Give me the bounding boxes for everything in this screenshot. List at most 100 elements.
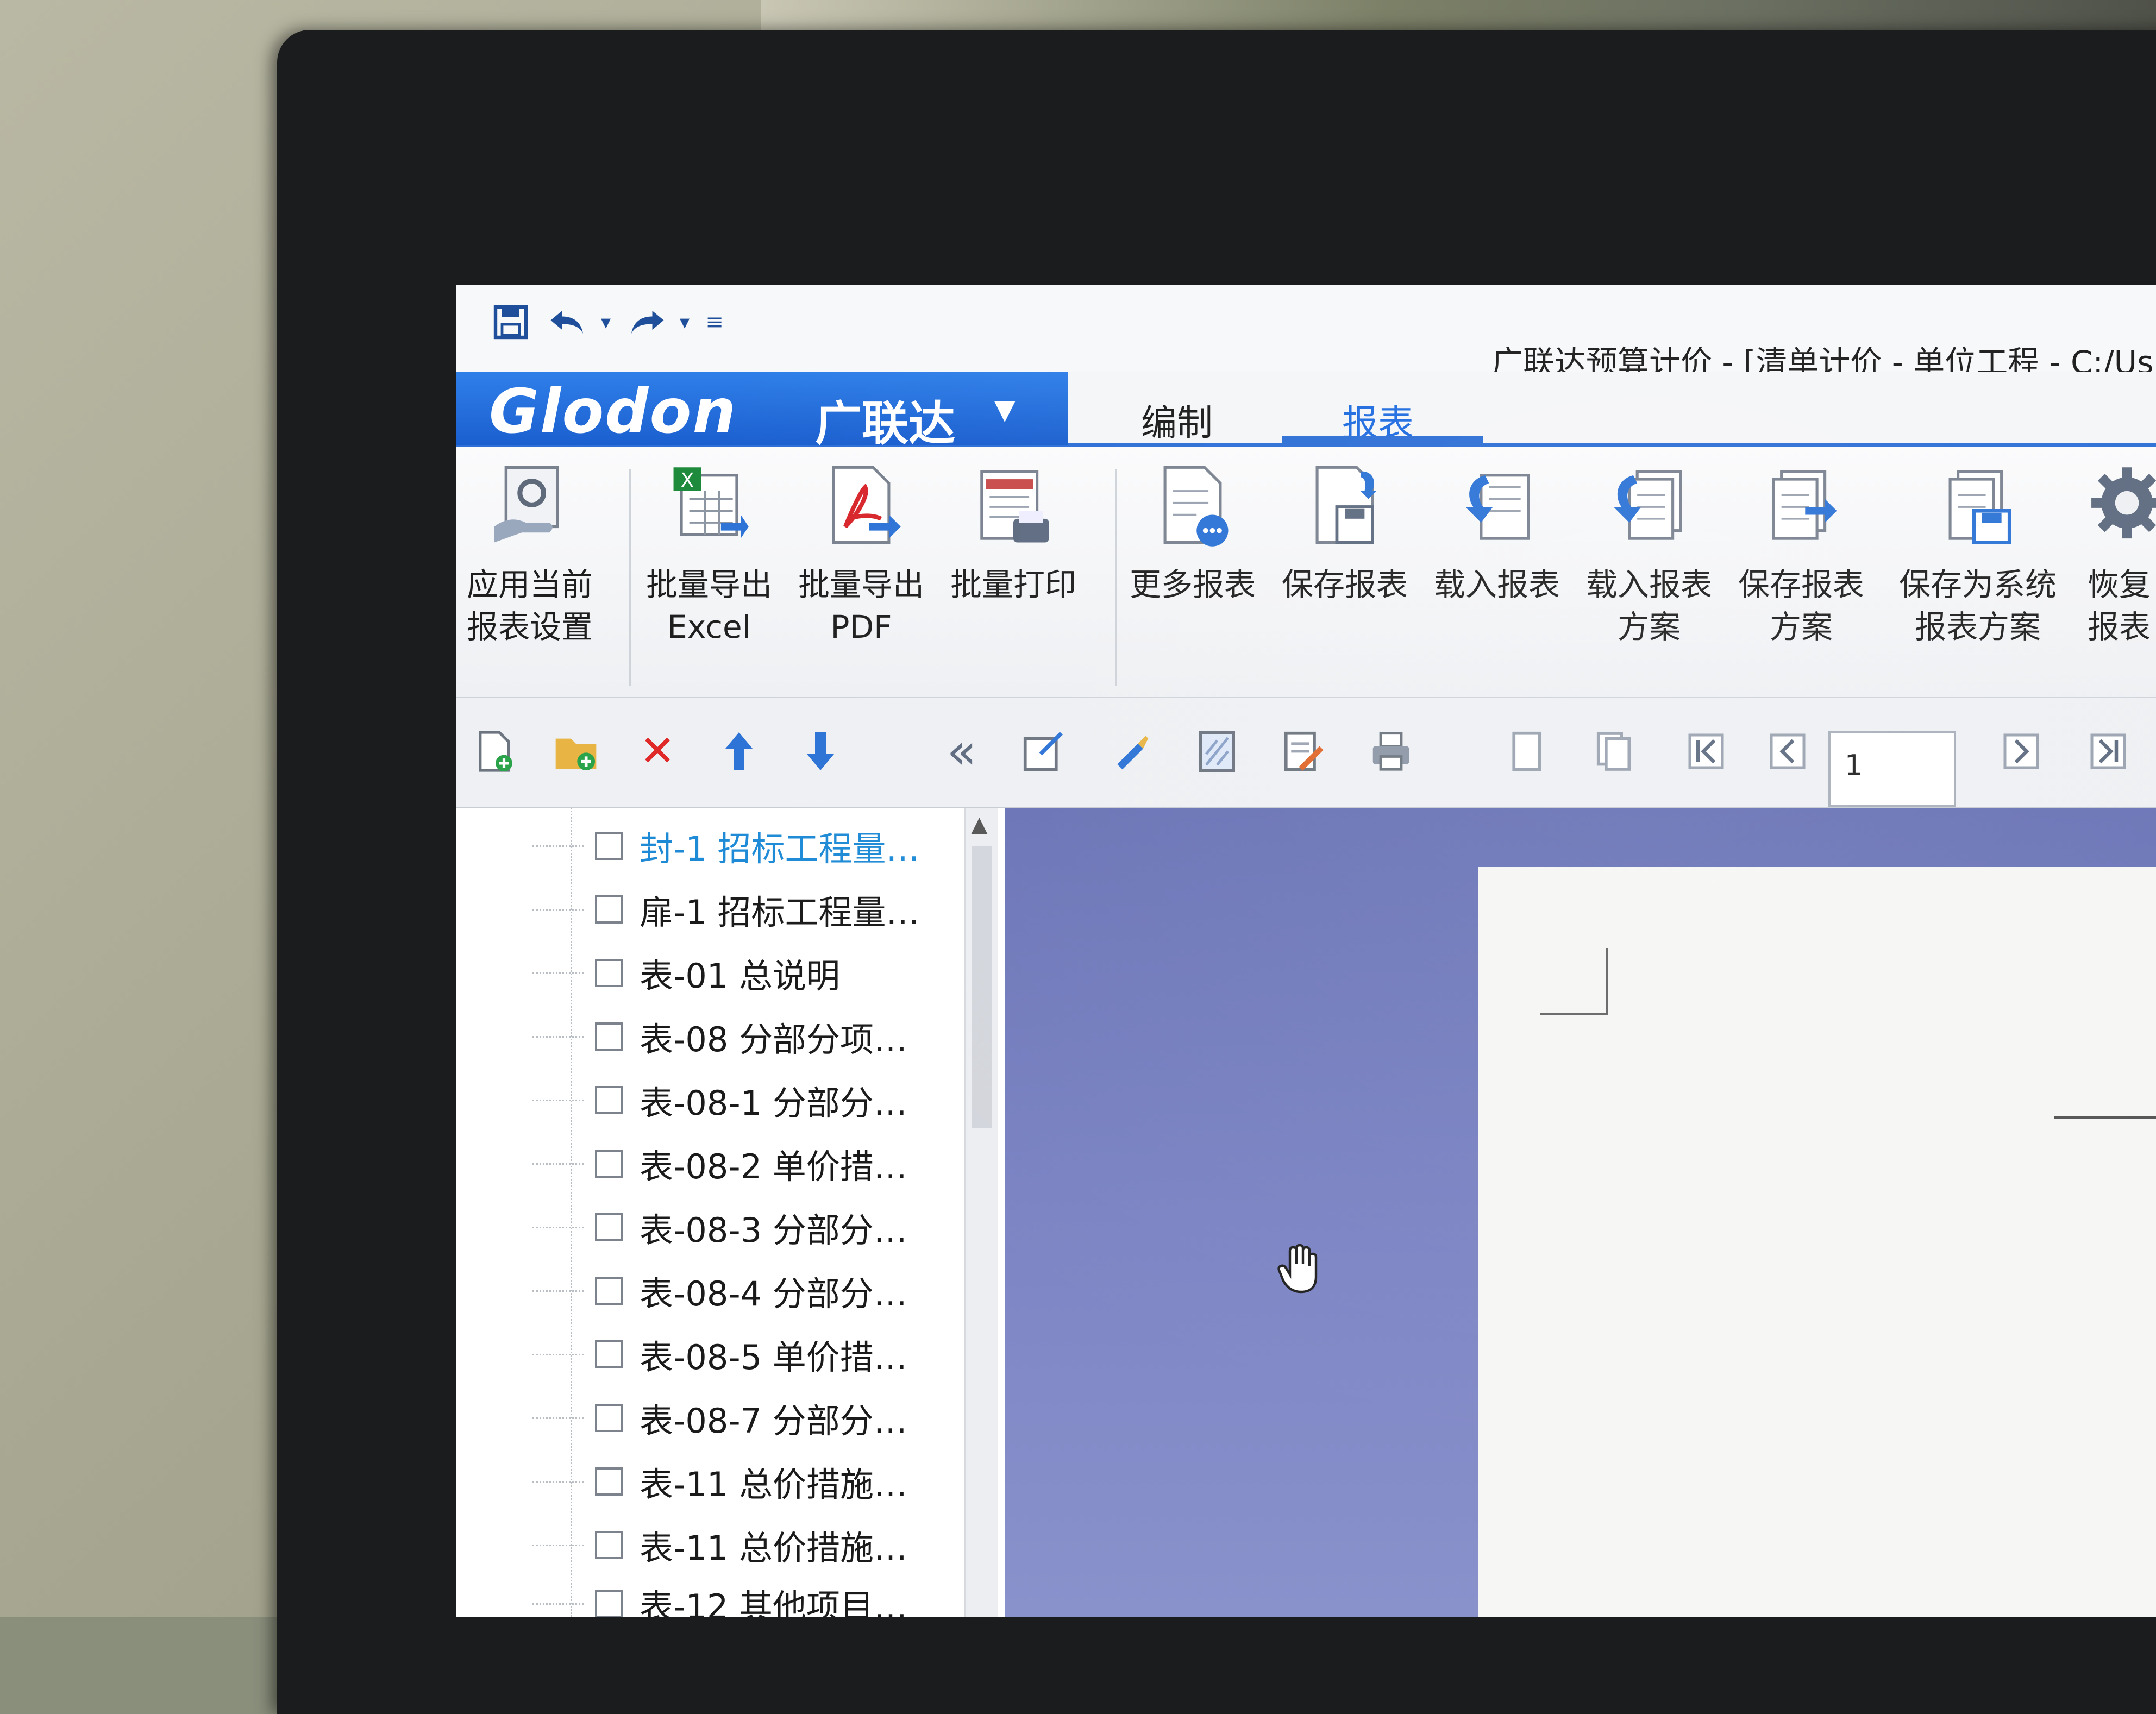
tree-connector: [532, 1163, 584, 1165]
report-toolbar: ✕ « 1: [456, 698, 2156, 808]
svg-text:X: X: [681, 469, 694, 492]
ribbon-label: 保存报表: [1738, 566, 1864, 603]
tree-connector: [532, 1226, 584, 1228]
tree-item-label: 表-08-5 单价措…: [640, 1338, 907, 1377]
batch-print-icon: [980, 470, 1049, 543]
tree-connector: [532, 1480, 584, 1483]
load-scheme-button[interactable]: 载入报表 方案: [1576, 463, 1722, 648]
gear-icon: [2091, 467, 2156, 539]
apply-settings-button[interactable]: 应用当前 报表设置: [456, 463, 603, 648]
undo-icon[interactable]: [543, 300, 592, 344]
batch-export-excel-button[interactable]: X 批量导出 Excel: [636, 463, 782, 648]
edit-report-icon[interactable]: [1277, 724, 1331, 778]
tree-item[interactable]: 表-12 其他项目…: [532, 1579, 907, 1617]
tree-item-label: 表-08-1 分部分…: [640, 1083, 907, 1123]
redo-icon[interactable]: [622, 300, 671, 344]
batch-export-pdf-button[interactable]: 批量导出 PDF: [788, 463, 935, 648]
checkbox[interactable]: [595, 1022, 623, 1051]
single-page-icon[interactable]: [1500, 724, 1554, 778]
load-scheme-icon: [1613, 470, 1682, 540]
ribbon-label: 载入报表: [1585, 566, 1712, 603]
more-reports-button[interactable]: 更多报表: [1119, 463, 1266, 606]
tree-connector: [532, 845, 584, 847]
checkbox[interactable]: [595, 1277, 623, 1305]
tree-item[interactable]: 表-08-2 单价措…: [532, 1139, 907, 1188]
tree-item[interactable]: 扉-1 招标工程量…: [532, 885, 920, 934]
tree-item-label: 封-1 招标工程量…: [640, 829, 920, 869]
tree-connector: [532, 1544, 584, 1546]
ribbon-label: 保存为系统: [1898, 566, 2057, 603]
move-up-icon[interactable]: [712, 724, 766, 778]
checkbox[interactable]: [595, 895, 623, 924]
tree-connector: [532, 1603, 584, 1605]
redo-dropdown-icon[interactable]: ▾: [674, 300, 695, 344]
save-icon[interactable]: [489, 300, 532, 344]
checkbox[interactable]: [595, 1531, 623, 1559]
save-system-scheme-button[interactable]: 保存为系统 报表方案: [1891, 463, 2065, 648]
new-folder-icon[interactable]: [549, 724, 603, 778]
move-down-icon[interactable]: [793, 724, 848, 778]
tab-edit[interactable]: 编制: [1141, 394, 1213, 446]
report-tree: 封-1 招标工程量… 扉-1 招标工程量… 表-01 总说明 表-08 分部分项…: [456, 808, 1007, 1617]
edit-design-icon[interactable]: [1016, 724, 1070, 778]
hand-cursor-icon: [1277, 1244, 1320, 1309]
last-page-icon[interactable]: [2081, 724, 2135, 778]
checkbox[interactable]: [595, 1213, 623, 1241]
ribbon-label: 应用当前: [466, 566, 593, 603]
tree-item-label: 表-11 总价措施…: [640, 1465, 907, 1504]
tree-scrollbar[interactable]: ▲: [964, 808, 998, 1617]
scrollbar-thumb[interactable]: [972, 846, 992, 1128]
delete-icon[interactable]: ✕: [630, 724, 685, 778]
prev-page-icon[interactable]: [1760, 724, 1815, 778]
double-page-icon[interactable]: [1587, 724, 1641, 778]
tree-item[interactable]: 表-08-3 分部分…: [532, 1203, 907, 1252]
save-scheme-button[interactable]: 保存报表 方案: [1728, 463, 1875, 648]
checkbox[interactable]: [595, 1590, 623, 1617]
tree-item[interactable]: 表-08-1 分部分…: [532, 1076, 907, 1125]
brush-icon[interactable]: [1103, 724, 1157, 778]
first-page-icon[interactable]: [1679, 724, 1733, 778]
restore-button[interactable]: 恢复 报表: [2065, 463, 2156, 648]
checkbox[interactable]: [595, 1086, 623, 1114]
tree-item-label: 扉-1 招标工程量…: [640, 893, 920, 932]
tree-item[interactable]: 表-11 总价措施…: [532, 1457, 907, 1506]
page-corner-mark: [1540, 948, 1608, 1015]
checkbox[interactable]: [595, 1340, 623, 1368]
tree-item[interactable]: 封-1 招标工程量…: [532, 821, 920, 870]
next-page-icon[interactable]: [1994, 724, 2048, 778]
page-number-input[interactable]: 1: [1828, 731, 1956, 807]
load-report-icon: [1465, 474, 1530, 540]
checkbox[interactable]: [595, 959, 623, 987]
checkbox[interactable]: [595, 1150, 623, 1178]
tree-item-label: 表-01 总说明: [640, 956, 840, 996]
tree-item[interactable]: 表-08-4 分部分…: [532, 1266, 907, 1315]
undo-dropdown-icon[interactable]: ▾: [595, 300, 617, 344]
scroll-up-icon[interactable]: ▲: [971, 812, 988, 837]
ribbon-separator: [1115, 469, 1117, 686]
batch-print-button[interactable]: 批量打印: [940, 463, 1087, 606]
tree-item[interactable]: 表-11 总价措施…: [532, 1521, 907, 1569]
glodon-logo: Glodon: [489, 376, 737, 447]
collapse-panel-icon[interactable]: «: [935, 723, 989, 780]
load-report-button[interactable]: 载入报表: [1424, 463, 1570, 606]
checkbox[interactable]: [595, 1404, 623, 1432]
customize-icon[interactable]: ≡: [701, 300, 728, 344]
checkbox[interactable]: [595, 1467, 623, 1496]
save-system-scheme-icon: [1948, 470, 2011, 544]
ribbon-panel: 应用当前 报表设置 X 批量导出 Excel 批量导出 PDF 批量打印 更多报…: [456, 447, 2156, 698]
save-report-button[interactable]: 保存报表: [1271, 463, 1418, 606]
tree-item-label: 表-12 其他项目…: [640, 1587, 907, 1617]
app-menu-button[interactable]: Glodon 广联达 ▼: [456, 372, 1068, 451]
print-icon[interactable]: [1364, 724, 1418, 778]
tree-item[interactable]: 表-08-7 分部分…: [532, 1393, 907, 1442]
checkbox[interactable]: [595, 832, 623, 860]
title-bar: ▾ ▾ ≡ 广联达预算计价 - [清单计价 - 单位工程 - C:/Us: [456, 285, 2156, 381]
pdf-export-icon: [832, 466, 901, 544]
chevron-down-icon: ▼: [994, 394, 1016, 425]
new-report-icon[interactable]: [467, 724, 522, 778]
tree-item[interactable]: 表-08-5 单价措…: [532, 1330, 907, 1379]
page-rule-line: [2054, 1116, 2156, 1119]
tree-item[interactable]: 表-01 总说明: [532, 949, 840, 997]
tree-item[interactable]: 表-08 分部分项…: [532, 1012, 907, 1061]
page-setup-icon[interactable]: [1190, 724, 1244, 778]
